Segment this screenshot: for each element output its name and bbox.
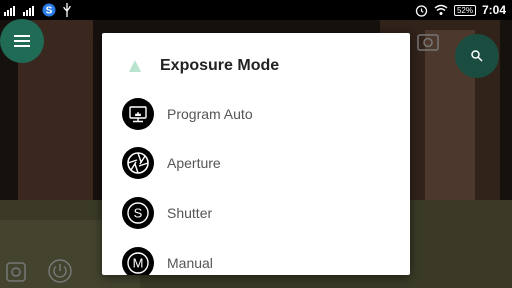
usb-icon <box>63 3 71 17</box>
option-label-shutter: Shutter <box>167 205 213 221</box>
option-label-program-auto: Program Auto <box>167 106 253 122</box>
option-label-aperture: Aperture <box>167 155 221 171</box>
status-right-icons: 52% 7:04 <box>415 2 506 18</box>
wifi-icon <box>434 4 448 15</box>
aperture-icon <box>122 147 154 179</box>
manual-icon: M <box>122 247 154 275</box>
app-s-icon: S <box>42 3 56 17</box>
shutter-icon: S <box>122 197 154 229</box>
program-auto-icon <box>122 98 154 130</box>
svg-text:S: S <box>46 6 53 17</box>
menu-button[interactable] <box>0 19 44 63</box>
power-icon[interactable] <box>47 258 73 284</box>
option-shutter[interactable]: S Shutter <box>102 190 410 236</box>
signal-icon <box>4 6 15 16</box>
exposure-mode-header-icon <box>129 60 141 72</box>
signal-icon-2 <box>23 6 34 16</box>
svg-text:M: M <box>133 256 144 271</box>
search-button[interactable] <box>455 34 499 78</box>
status-bar: S 52% 7:04 <box>0 0 512 20</box>
option-manual[interactable]: M Manual <box>102 240 410 275</box>
battery-indicator: 52% <box>453 4 476 16</box>
exposure-mode-dialog: Exposure Mode Program Auto Aperture S Sh… <box>102 33 410 275</box>
alarm-icon <box>415 4 428 17</box>
camera-switch-icon[interactable] <box>416 30 440 52</box>
option-label-manual: Manual <box>167 255 213 271</box>
option-program-auto[interactable]: Program Auto <box>102 91 410 137</box>
search-icon <box>471 50 483 62</box>
dialog-header: Exposure Mode <box>102 49 410 83</box>
status-left-icons: S <box>4 3 72 17</box>
status-time: 7:04 <box>481 3 506 17</box>
option-aperture[interactable]: Aperture <box>102 140 410 186</box>
dialog-title: Exposure Mode <box>160 57 280 74</box>
hamburger-menu-icon <box>14 35 30 47</box>
svg-text:S: S <box>134 206 143 221</box>
gallery-icon[interactable] <box>4 260 28 284</box>
